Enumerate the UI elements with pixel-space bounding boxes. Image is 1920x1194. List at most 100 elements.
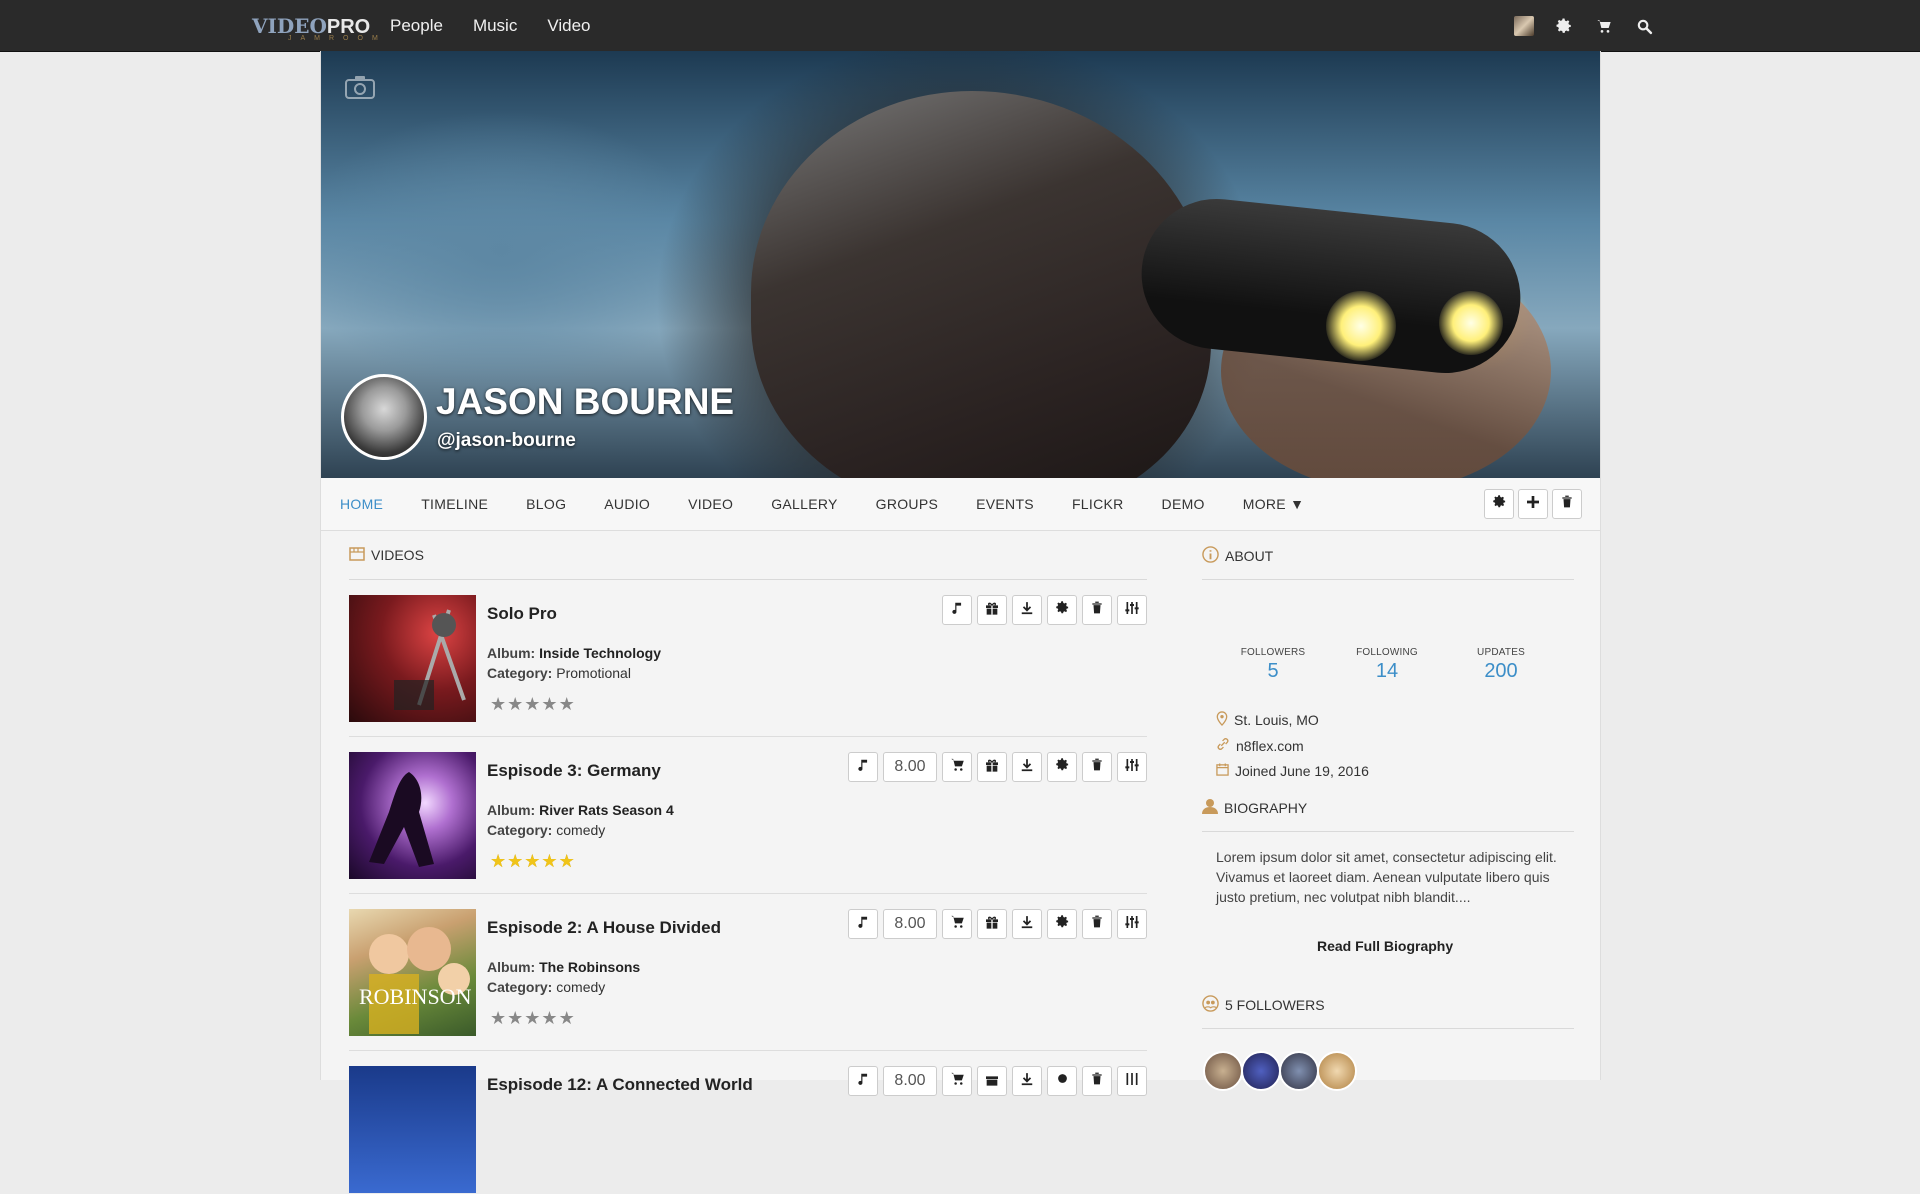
delete-button[interactable] (1552, 489, 1582, 519)
tab-gallery[interactable]: GALLERY (771, 496, 837, 512)
settings-button[interactable] (1047, 909, 1077, 939)
star-icon[interactable]: ★ (559, 1008, 575, 1029)
tab-audio[interactable]: AUDIO (604, 496, 650, 512)
download-button[interactable] (1012, 1066, 1042, 1096)
add-to-cart-button[interactable] (942, 909, 972, 939)
star-icon[interactable]: ★ (559, 694, 575, 715)
delete-button[interactable] (1082, 909, 1112, 939)
cart-icon[interactable] (1593, 15, 1615, 37)
settings-button[interactable] (1047, 1066, 1077, 1096)
music-button[interactable] (848, 909, 878, 939)
star-rating[interactable]: ★ ★ ★ ★ ★ (490, 851, 575, 872)
search-icon[interactable] (1633, 15, 1655, 37)
star-icon[interactable]: ★ (541, 694, 557, 715)
delete-button[interactable] (1082, 752, 1112, 782)
profile-settings-button[interactable] (1484, 489, 1514, 519)
download-button[interactable] (1012, 595, 1042, 625)
video-list-item[interactable]: Solo Pro Album: Inside Technology Catego… (349, 595, 1147, 723)
video-title[interactable]: Espisode 2: A House Divided (487, 918, 721, 938)
delete-button[interactable] (1082, 1066, 1112, 1096)
video-list-item[interactable]: ROBINSON Espisode 2: A House Divided Alb… (349, 909, 1147, 1037)
reorder-button[interactable] (1117, 752, 1147, 782)
gift-button[interactable] (977, 909, 1007, 939)
biography-text: Lorem ipsum dolor sit amet, consectetur … (1216, 849, 1557, 905)
website-row[interactable]: n8flex.com (1216, 737, 1304, 754)
site-logo[interactable]: VIDEOPRO JAMROOM (252, 14, 378, 42)
stat-following[interactable]: FOLLOWING 14 (1337, 647, 1437, 683)
download-button[interactable] (1012, 909, 1042, 939)
video-thumbnail[interactable]: ROBINSON (349, 909, 476, 1036)
tab-timeline[interactable]: TIMELINE (421, 496, 488, 512)
gift-icon (984, 1071, 1000, 1092)
star-icon[interactable]: ★ (559, 851, 575, 872)
settings-button[interactable] (1047, 595, 1077, 625)
gift-icon (984, 600, 1000, 621)
video-thumbnail[interactable] (349, 1066, 476, 1193)
follower-avatar[interactable] (1203, 1051, 1243, 1091)
video-thumbnail[interactable] (349, 752, 476, 879)
reorder-button[interactable] (1117, 909, 1147, 939)
follower-avatar[interactable] (1241, 1051, 1281, 1091)
tab-flickr[interactable]: FLICKR (1072, 496, 1124, 512)
read-full-biography-link[interactable]: Read Full Biography (1317, 938, 1453, 954)
tab-home[interactable]: HOME (340, 496, 383, 512)
menu-item-video[interactable]: Video (547, 16, 590, 36)
music-button[interactable] (848, 752, 878, 782)
music-button[interactable] (848, 1066, 878, 1096)
menu-item-people[interactable]: People (390, 16, 443, 36)
calendar-icon (1216, 763, 1229, 779)
star-icon[interactable]: ★ (490, 851, 506, 872)
add-button[interactable] (1518, 489, 1548, 519)
stat-followers[interactable]: FOLLOWERS 5 (1223, 647, 1323, 683)
add-to-cart-button[interactable] (942, 752, 972, 782)
video-album: Album: River Rats Season 4 (487, 802, 674, 818)
tab-video[interactable]: VIDEO (688, 496, 733, 512)
tab-events[interactable]: EVENTS (976, 496, 1034, 512)
tab-blog[interactable]: BLOG (526, 496, 566, 512)
follower-avatar[interactable] (1317, 1051, 1357, 1091)
reorder-button[interactable] (1117, 1066, 1147, 1096)
user-avatar-icon[interactable] (1513, 15, 1535, 37)
settings-button[interactable] (1047, 752, 1077, 782)
video-list-item[interactable]: Espisode 12: A Connected World 8.00 (349, 1066, 1147, 1194)
star-icon[interactable]: ★ (524, 851, 540, 872)
star-icon[interactable]: ★ (541, 851, 557, 872)
tab-more-dropdown[interactable]: MORE ▼ (1243, 496, 1305, 512)
svg-text:ROBINSON: ROBINSON (359, 984, 472, 1009)
star-icon[interactable]: ★ (507, 1008, 523, 1029)
trash-icon (1090, 600, 1104, 620)
music-button[interactable] (942, 595, 972, 625)
follower-avatar[interactable] (1279, 1051, 1319, 1091)
menu-item-music[interactable]: Music (473, 16, 517, 36)
gear-icon[interactable] (1553, 15, 1575, 37)
gift-button[interactable] (977, 595, 1007, 625)
top-navigation-bar: VIDEOPRO JAMROOM People Music Video (0, 0, 1920, 52)
tab-demo[interactable]: DEMO (1162, 496, 1205, 512)
star-icon[interactable]: ★ (524, 1008, 540, 1029)
profile-avatar[interactable] (341, 374, 427, 460)
star-icon[interactable]: ★ (541, 1008, 557, 1029)
star-icon[interactable]: ★ (507, 694, 523, 715)
star-rating[interactable]: ★ ★ ★ ★ ★ (490, 694, 575, 715)
video-list-item[interactable]: Espisode 3: Germany Album: River Rats Se… (349, 752, 1147, 880)
stat-updates[interactable]: UPDATES 200 (1451, 647, 1551, 683)
camera-icon[interactable] (345, 75, 375, 104)
tab-groups[interactable]: GROUPS (876, 496, 938, 512)
logo-subtext: JAMROOM (288, 35, 387, 42)
star-icon[interactable]: ★ (507, 851, 523, 872)
add-to-cart-button[interactable] (942, 1066, 972, 1096)
download-button[interactable] (1012, 752, 1042, 782)
video-thumbnail[interactable] (349, 595, 476, 722)
video-title[interactable]: Espisode 3: Germany (487, 761, 661, 781)
gift-icon (984, 757, 1000, 778)
star-rating[interactable]: ★ ★ ★ ★ ★ (490, 1008, 575, 1029)
gift-button[interactable] (977, 1066, 1007, 1096)
gift-button[interactable] (977, 752, 1007, 782)
star-icon[interactable]: ★ (490, 694, 506, 715)
video-title[interactable]: Solo Pro (487, 604, 557, 624)
star-icon[interactable]: ★ (490, 1008, 506, 1029)
reorder-button[interactable] (1117, 595, 1147, 625)
star-icon[interactable]: ★ (524, 694, 540, 715)
delete-button[interactable] (1082, 595, 1112, 625)
video-title[interactable]: Espisode 12: A Connected World (487, 1075, 753, 1095)
